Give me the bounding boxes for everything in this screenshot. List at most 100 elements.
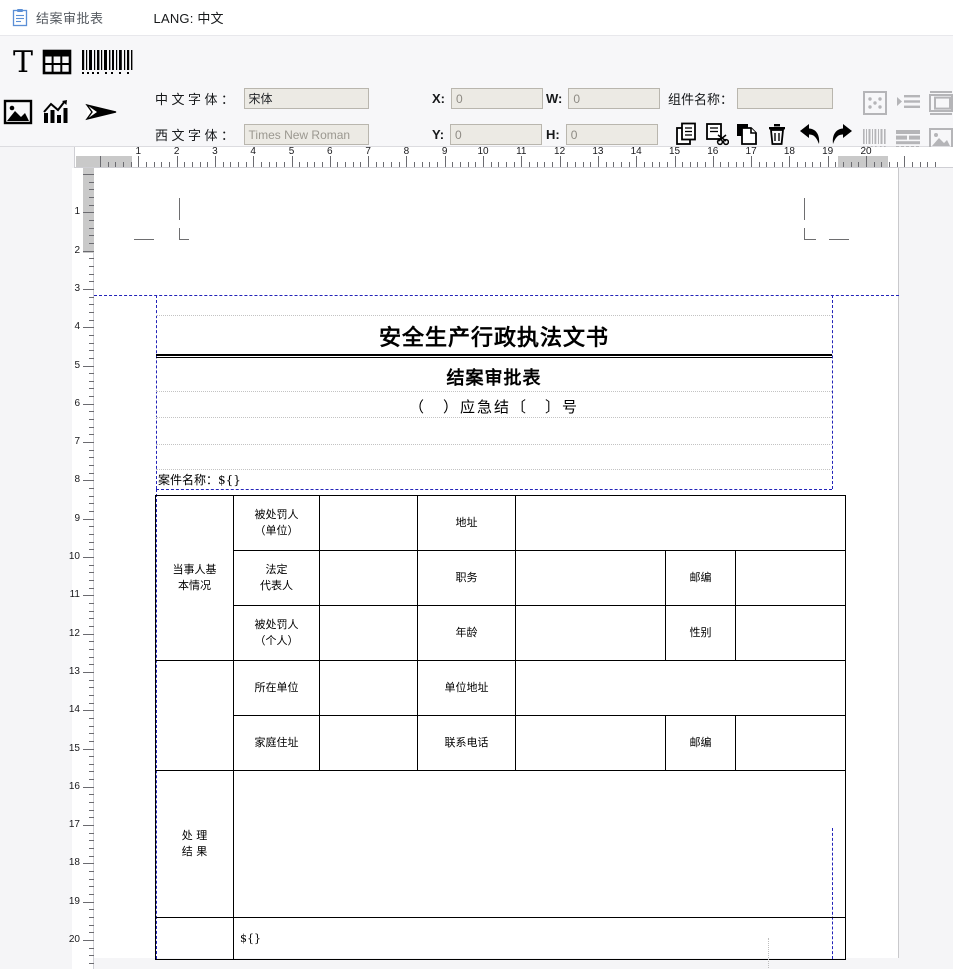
ruler-label-v: 19	[68, 895, 80, 907]
redo-arrow-icon	[829, 122, 855, 146]
result-label-line1: 处 理	[181, 829, 208, 843]
horizontal-ruler[interactable]: 1 2 3 4 5 6 7 8 9 10 11 12 13 14 15 16 17 18 19 20	[0, 147, 953, 168]
component-name-input[interactable]	[737, 88, 834, 109]
cut-button[interactable]	[703, 120, 731, 148]
value-age[interactable]	[515, 605, 666, 661]
ruler-tick-minor	[728, 162, 730, 167]
value-postcode-2[interactable]	[734, 715, 847, 771]
ruler-label-v: 11	[69, 589, 80, 601]
ruler-tick-major	[138, 156, 140, 167]
value-punished-unit[interactable]	[319, 495, 418, 551]
ruler-tick-minor	[666, 162, 668, 167]
grid-row-5	[156, 469, 832, 470]
x-label: X:	[432, 91, 445, 106]
case-name-line[interactable]: 案件名称：${}	[158, 471, 241, 488]
x-input[interactable]: 0	[451, 88, 543, 109]
grid-row-3	[156, 417, 832, 418]
select-region-icon	[862, 90, 888, 116]
copy-button[interactable]	[673, 120, 701, 148]
document-sub-heading[interactable]: 结案审批表	[156, 364, 832, 390]
language-indicator[interactable]: LANG: 中文	[154, 8, 224, 27]
en-font-input[interactable]: Times New Roman	[243, 124, 369, 145]
value-address[interactable]	[514, 495, 847, 551]
ruler-tick-minor	[245, 162, 247, 167]
field-label-age: 年龄	[417, 605, 516, 661]
table-row[interactable]: 被处罚人 （个人） 年龄 性别	[156, 605, 847, 661]
ruler-tick-minor	[352, 162, 354, 167]
ruler-tick-major	[444, 156, 446, 167]
value-postcode-1[interactable]	[734, 550, 847, 606]
ruler-tick-minor	[873, 162, 875, 167]
ruler-tick-minor	[766, 162, 768, 167]
table-row[interactable]: 当事人基 本情况 被处罚人 （单位） 地址	[155, 495, 847, 661]
field-label-position: 职务	[417, 550, 516, 606]
w-input[interactable]: 0	[568, 88, 661, 109]
delete-button[interactable]	[763, 120, 791, 148]
ruler-tick-minor	[697, 162, 699, 167]
value-gender[interactable]	[734, 605, 847, 661]
ruler-tick-minor	[460, 162, 462, 167]
h-field-row: H: 0	[546, 124, 658, 145]
ruler-label-v: 4	[74, 321, 80, 333]
ruler-tick-major	[83, 901, 94, 903]
page-frame-button[interactable]	[926, 88, 953, 118]
ruler-tick-minor	[398, 162, 400, 167]
ruler-tick-minor	[797, 162, 799, 167]
ruler-label-h: 6	[327, 147, 333, 157]
field-label-phone: 联系电话	[417, 715, 516, 771]
ruler-tick-major	[83, 480, 94, 482]
field-label-work-unit: 所在单位	[233, 660, 320, 716]
ruler-tick-major	[83, 288, 94, 290]
value-phone[interactable]	[515, 715, 666, 771]
field-label-address: 地址	[417, 495, 516, 551]
ruler-tick-minor	[222, 162, 224, 167]
barcode-tool-button[interactable]	[79, 39, 137, 85]
value-punished-individual[interactable]	[319, 605, 418, 661]
ruler-tick-major	[83, 365, 94, 367]
table-tool-button[interactable]	[34, 39, 80, 85]
value-work-unit[interactable]	[319, 660, 418, 716]
value-handling-result[interactable]	[232, 770, 847, 918]
document-main-heading[interactable]: 安全生产行政执法文书	[156, 320, 832, 352]
case-form-table[interactable]: 当事人基 本情况 被处罚人 （单位） 地址 法定 代表人 职务 邮编 被处罚人 …	[155, 495, 847, 960]
table-row[interactable]: ${}	[155, 917, 847, 960]
ruler-tick-minor	[858, 162, 860, 167]
guide-line-top	[94, 295, 899, 296]
ruler-tick-minor	[475, 162, 477, 167]
document-number[interactable]: （ ）应急结〔 〕号	[156, 396, 832, 417]
ruler-tick-minor	[498, 162, 500, 167]
party-label-line2: 本情况	[178, 579, 211, 592]
value-unit-address[interactable]	[514, 660, 847, 716]
y-input[interactable]: 0	[450, 124, 543, 145]
document-tab-title[interactable]: 结案审批表	[36, 8, 104, 27]
field-label-postcode-1: 邮编	[665, 550, 736, 606]
grid-row-1	[156, 315, 832, 316]
table-row[interactable]: 法定 代表人 职务 邮编	[156, 550, 847, 606]
value-home-address[interactable]	[319, 715, 418, 771]
undo-button[interactable]	[795, 120, 825, 148]
cn-font-input[interactable]: 宋体	[243, 88, 369, 109]
footer-placeholder-cell[interactable]: ${}	[232, 917, 847, 960]
arrow-tool-button[interactable]	[79, 89, 125, 135]
h-label: H:	[546, 127, 560, 142]
ruler-tick-minor	[843, 162, 845, 167]
redo-button[interactable]	[827, 120, 857, 148]
ruler-label-v: 13	[68, 665, 80, 677]
value-position[interactable]	[515, 550, 666, 606]
ruler-label-h: 3	[212, 147, 218, 157]
table-row[interactable]: 所在单位 单位地址	[155, 660, 847, 771]
document-page[interactable]: 安全生产行政执法文书 结案审批表 （ ）应急结〔 〕号 案件名称：${} 当事人…	[94, 168, 899, 969]
h-input[interactable]: 0	[565, 124, 658, 145]
value-legal-rep[interactable]	[319, 550, 418, 606]
table-row[interactable]: 处 理 结 果	[155, 770, 847, 918]
paste-button[interactable]	[733, 120, 761, 148]
ruler-label-v: 12	[68, 627, 80, 639]
chart-tool-button[interactable]	[34, 89, 80, 135]
ruler-tick-major	[521, 156, 523, 167]
indent-list-button[interactable]	[893, 88, 923, 118]
vertical-ruler[interactable]: 1 2 3 4 5 6 7 8 9 10 11 12 13 14 15 16 17 18 19 20	[69, 168, 94, 969]
ruler-tick-minor	[758, 162, 760, 167]
select-region-button[interactable]	[860, 88, 890, 118]
arrow-icon	[85, 99, 119, 125]
table-row[interactable]: 家庭住址 联系电话 邮编	[156, 715, 847, 771]
